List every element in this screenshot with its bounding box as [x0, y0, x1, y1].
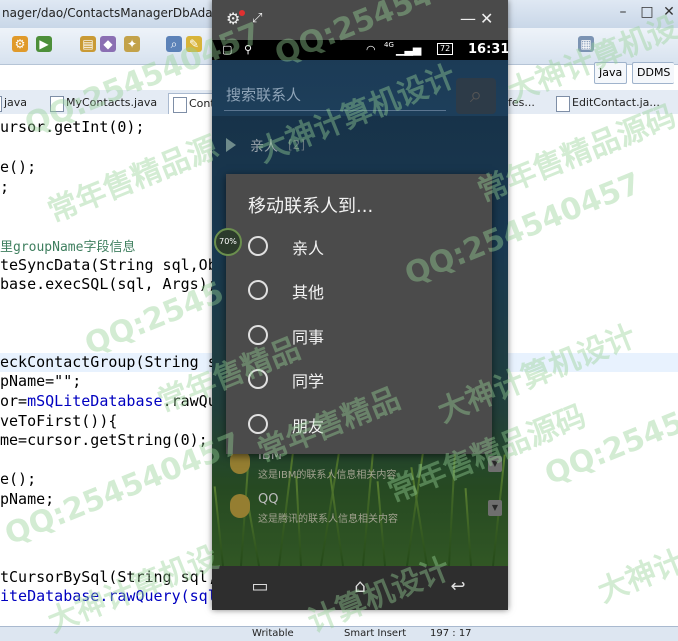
move-contact-dialog: 移动联系人到... 亲人 其他 同事 同学 朋友	[226, 174, 492, 454]
tab-label: java	[4, 96, 28, 109]
comment-text: 里groupName字段信息	[0, 240, 136, 255]
phone-nav-bar: ▭ ⌂ ↩	[212, 566, 508, 610]
emulator-window: ⚙ ⤢ — ✕ ▢ ⚲ ◠ 4G ▁▃▅ 72 16:31 ⌕ 亲人 [2]	[212, 0, 508, 610]
recent-apps-icon[interactable]: ▭	[240, 576, 280, 597]
code-line: or=mSQLiteDatabase.rawQue	[0, 392, 226, 410]
search-icon[interactable]: ⌕	[166, 36, 182, 52]
code-line: pName="";	[0, 372, 82, 390]
code-line: veToFirst()){	[0, 412, 118, 430]
code-line: teSyncData(String sql,Ob	[0, 256, 217, 274]
run-icon[interactable]: ▶	[36, 36, 52, 52]
tab-label: MyContacts.java	[66, 96, 158, 109]
usb-icon: ⚲	[244, 43, 253, 56]
wand-icon[interactable]: ✦	[124, 36, 140, 52]
radio-button-icon[interactable]	[248, 236, 268, 256]
code-comment: 里groupName字段信息	[0, 236, 135, 255]
code-line: pName;	[0, 490, 55, 508]
code-line: iteDatabase.rawQuery(sql,	[0, 587, 226, 605]
tab-editcontact[interactable]: EditContact.ja...	[552, 93, 664, 113]
wifi-icon: ◠	[366, 43, 376, 56]
search-icon: ⌕	[469, 83, 483, 108]
notification-dot-icon	[239, 10, 245, 16]
progress-indicator: 70%	[214, 228, 242, 256]
emulator-close-icon[interactable]: ✕	[480, 10, 493, 28]
package-icon[interactable]: ◆	[100, 36, 116, 52]
code-line: ursor.getInt(0);	[0, 118, 145, 136]
ddms-perspective-button[interactable]: DDMS	[632, 62, 675, 84]
phone-screen: ▢ ⚲ ◠ 4G ▁▃▅ 72 16:31 ⌕ 亲人 [2]	[212, 40, 508, 566]
radio-button-icon[interactable]	[248, 414, 268, 434]
code-line: eckContactGroup(String s	[0, 353, 217, 371]
option-label: 朋友	[292, 417, 325, 436]
tab-mycontacts[interactable]: MyContacts.java	[46, 93, 161, 113]
status-writable: Writable	[252, 628, 294, 639]
tab-label: EditContact.ja...	[572, 96, 660, 109]
status-insert-mode: Smart Insert	[344, 628, 407, 639]
code-line: e();	[0, 470, 37, 488]
option-friends[interactable]: 朋友	[226, 402, 492, 446]
code-line: base.execSQL(sql, Args);	[0, 275, 217, 293]
phone-status-bar: ▢ ⚲ ◠ 4G ▁▃▅ 72 16:31	[212, 40, 508, 60]
signal-icon: ▁▃▅	[396, 43, 422, 56]
option-classmates[interactable]: 同学	[226, 357, 492, 401]
maximize-icon[interactable]: □	[636, 2, 658, 22]
radio-button-icon[interactable]	[248, 369, 268, 389]
emulator-minimize-icon[interactable]: —	[460, 10, 476, 28]
emulator-toolbar: ⚙ ⤢ — ✕	[212, 0, 508, 40]
option-label: 同学	[292, 372, 325, 391]
java-file-icon	[556, 96, 570, 112]
code-token: or=	[0, 392, 28, 410]
code-line: tCursorBySql(String sql,	[0, 568, 217, 586]
java-file-icon	[0, 96, 2, 112]
code-field-token: mSQLiteDatabase	[27, 392, 163, 410]
battery-level: 72	[437, 43, 454, 55]
java-perspective-button[interactable]: Java	[594, 62, 628, 84]
option-other[interactable]: 其他	[226, 268, 492, 312]
option-label: 其他	[292, 283, 325, 302]
code-field-token: iteDatabase.rawQuery(sql,	[0, 587, 226, 605]
contact-search-input[interactable]	[224, 80, 446, 111]
radio-button-icon[interactable]	[248, 280, 268, 300]
code-line: me=cursor.getString(0);	[0, 431, 208, 449]
tab-label: Cont	[189, 97, 215, 110]
build-icon[interactable]: ⚙	[12, 36, 28, 52]
status-cursor-position: 197 : 17	[430, 628, 472, 639]
tab-label: fes...	[508, 96, 535, 109]
java-file-icon	[173, 97, 187, 113]
pen-icon[interactable]: ✎	[186, 36, 202, 52]
code-line: e();	[0, 158, 37, 176]
ide-status-bar: Writable Smart Insert 197 : 17	[0, 626, 678, 641]
open-perspective-icon[interactable]: ▦	[578, 36, 594, 52]
minimize-icon[interactable]: –	[612, 2, 634, 22]
option-label: 同事	[292, 328, 325, 347]
java-file-icon	[50, 96, 64, 112]
sd-card-icon: ▢	[222, 43, 233, 56]
code-line: ;	[0, 178, 10, 196]
close-icon[interactable]: ✕	[658, 2, 678, 22]
dialog-title: 移动联系人到...	[248, 196, 374, 217]
search-bar: ⌕	[212, 60, 508, 116]
search-button[interactable]: ⌕	[456, 78, 496, 114]
radio-button-icon[interactable]	[248, 325, 268, 345]
option-relatives[interactable]: 亲人	[226, 224, 492, 268]
back-icon[interactable]: ↩	[438, 576, 478, 597]
option-label: 亲人	[292, 239, 325, 258]
option-colleagues[interactable]: 同事	[226, 313, 492, 357]
fullscreen-icon[interactable]: ⤢	[252, 10, 262, 28]
network-type: 4G	[384, 41, 394, 49]
clock: 16:31	[468, 42, 508, 57]
tab-java[interactable]: java	[0, 93, 31, 113]
open-folder-icon[interactable]: ▤	[80, 36, 96, 52]
home-icon[interactable]: ⌂	[340, 576, 380, 597]
